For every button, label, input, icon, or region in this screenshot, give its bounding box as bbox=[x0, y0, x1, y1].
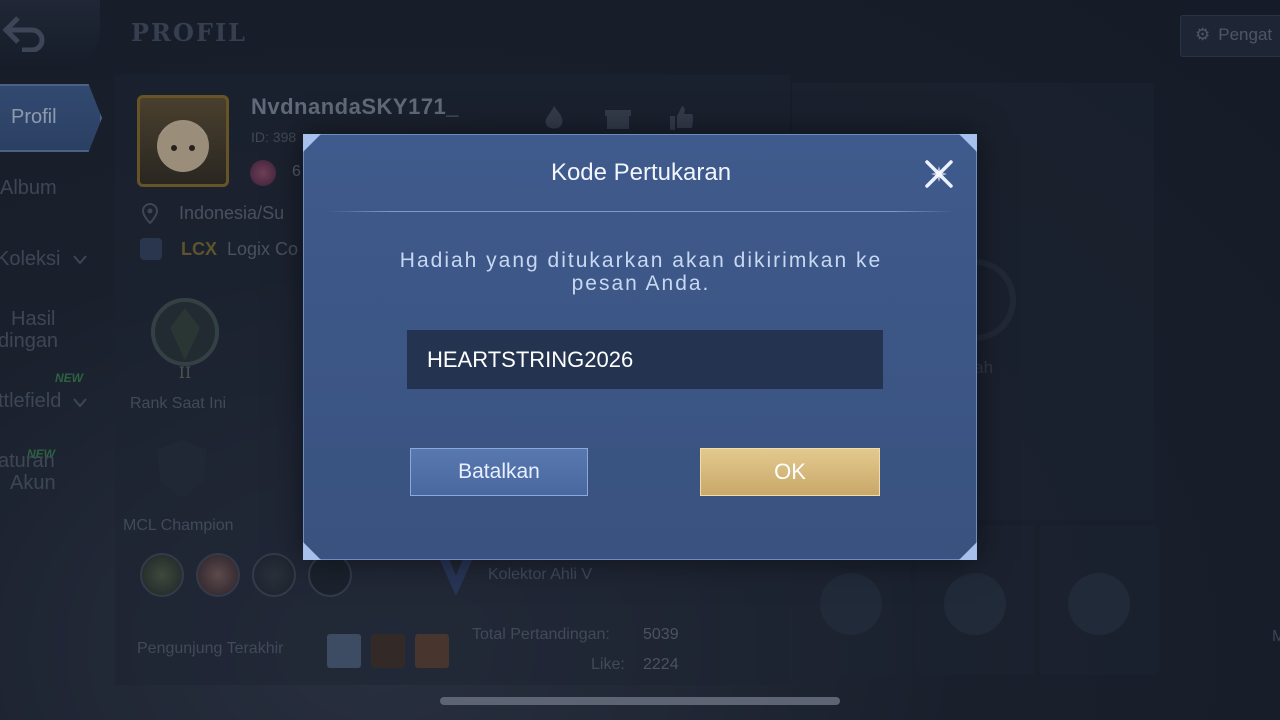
visitor-avatar[interactable] bbox=[371, 634, 405, 668]
add-photo-icon bbox=[1068, 573, 1130, 635]
corner-ornament-icon bbox=[959, 542, 977, 560]
sidebar-item-profil[interactable]: Profil bbox=[11, 106, 57, 129]
sidebar-item-battlefield[interactable]: ttlefield bbox=[0, 390, 61, 413]
back-button[interactable] bbox=[0, 0, 100, 70]
gear-icon: ⚙ bbox=[1195, 25, 1211, 44]
username: NvdnandaSKY171_ bbox=[251, 94, 460, 119]
location-text: Indonesia/Su bbox=[179, 203, 285, 223]
visitor-avatar[interactable] bbox=[327, 634, 361, 668]
total-matches-label: Total Pertandingan: bbox=[472, 626, 610, 643]
user-id: ID: 398 bbox=[251, 129, 297, 145]
new-badge: NEW bbox=[55, 371, 83, 385]
settings-label: Pengat bbox=[1218, 25, 1273, 44]
sidebar-item-hasil[interactable]: Hasil bbox=[11, 308, 55, 331]
page-title: PROFIL bbox=[131, 18, 248, 47]
corner-ornament-icon bbox=[303, 542, 321, 560]
sidebar-item-pengaturan-line2: Akun bbox=[10, 472, 56, 494]
level-number: 6 bbox=[292, 163, 301, 180]
avatar-image bbox=[157, 120, 209, 172]
like-value: 2224 bbox=[643, 656, 679, 673]
hero-icon[interactable] bbox=[196, 553, 240, 597]
rank-label: Rank Saat Ini bbox=[130, 395, 227, 412]
squad-name: Logix Co bbox=[227, 239, 299, 259]
sidebar-item-album[interactable]: Album bbox=[0, 177, 57, 200]
add-photo-icon bbox=[944, 573, 1006, 635]
sidebar-item-hasil-line2: dingan bbox=[0, 330, 59, 352]
corner-ornament-icon bbox=[303, 134, 321, 152]
squad-tag: LCX bbox=[181, 239, 217, 259]
hero-icon[interactable] bbox=[140, 553, 184, 597]
corner-ornament-icon bbox=[959, 134, 977, 152]
cancel-button[interactable]: Batalkan bbox=[410, 448, 588, 496]
emblem-icon[interactable] bbox=[252, 553, 296, 597]
total-matches-value: 5039 bbox=[643, 626, 679, 643]
redeem-code-dialog: Kode Pertukaran Hadiah yang ditukarkan a… bbox=[303, 134, 977, 560]
level-badge-icon bbox=[250, 160, 276, 186]
settings-button[interactable]: ⚙ Pengat bbox=[1180, 15, 1280, 57]
ok-button[interactable]: OK bbox=[700, 448, 880, 496]
mcl-shield-icon bbox=[157, 440, 207, 498]
visitors-label: Pengunjung Terakhir bbox=[137, 640, 284, 657]
chevron-down-icon bbox=[73, 255, 87, 265]
visitor-avatar[interactable] bbox=[415, 634, 449, 668]
gift-icon[interactable] bbox=[604, 104, 632, 132]
location-pin-icon bbox=[141, 203, 159, 225]
home-indicator[interactable] bbox=[440, 697, 840, 705]
redeem-code-input[interactable] bbox=[407, 330, 883, 389]
squad-shield-icon bbox=[140, 238, 162, 260]
sidebar-item-pengaturan[interactable]: aturan bbox=[0, 450, 55, 473]
avatar[interactable] bbox=[137, 95, 229, 187]
mcl-label: MCL Champion bbox=[123, 517, 234, 534]
fire-icon[interactable] bbox=[541, 104, 567, 132]
back-arrow-icon bbox=[2, 16, 45, 52]
close-icon[interactable] bbox=[922, 157, 956, 191]
like-label: Like: bbox=[591, 656, 625, 673]
edge-text: M bbox=[1272, 628, 1280, 645]
add-photo-icon bbox=[820, 573, 882, 635]
dialog-title: Kode Pertukaran bbox=[550, 159, 732, 186]
dialog-message: Hadiah yang ditukarkan akan dikirimkan k… bbox=[399, 249, 883, 295]
rank-emblem-icon: II bbox=[151, 298, 219, 380]
chevron-down-icon bbox=[73, 398, 87, 408]
title-divider bbox=[328, 211, 954, 212]
collector-label: Kolektor Ahli V bbox=[488, 566, 593, 583]
thumbs-up-icon[interactable] bbox=[667, 104, 695, 132]
sidebar-item-koleksi[interactable]: Koleksi bbox=[0, 248, 60, 271]
svg-text:II: II bbox=[179, 363, 192, 380]
photo-slot[interactable] bbox=[1040, 525, 1158, 675]
